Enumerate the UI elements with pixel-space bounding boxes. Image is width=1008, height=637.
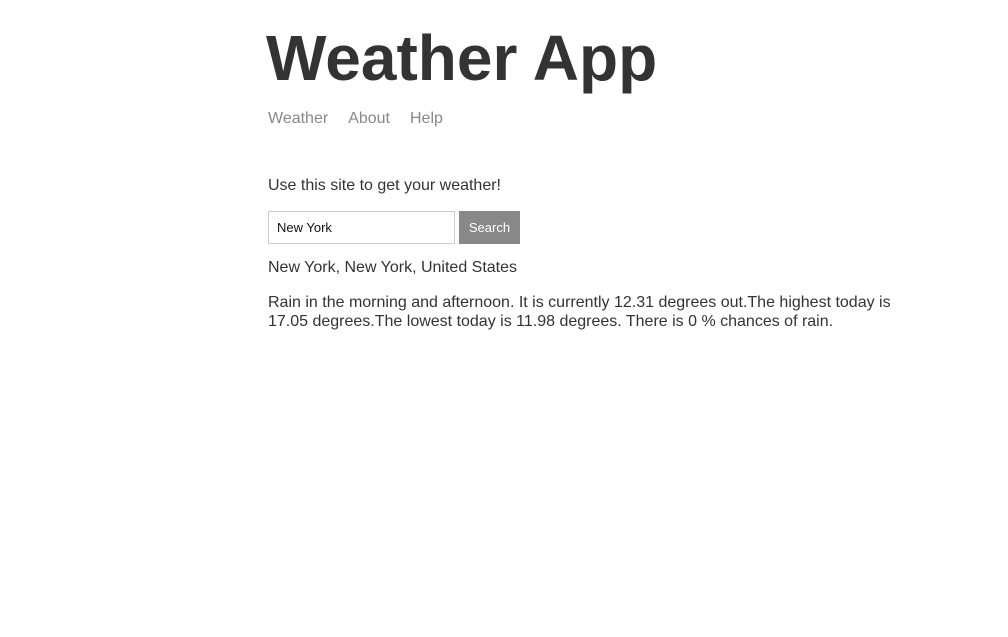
nav-link-weather[interactable]: Weather: [268, 110, 328, 128]
intro-text: Use this site to get your weather!: [268, 177, 501, 194]
nav-link-help[interactable]: Help: [410, 110, 443, 128]
search-button[interactable]: Search: [459, 211, 520, 244]
search-input[interactable]: [268, 211, 455, 244]
location-text: New York, New York, United States: [268, 259, 518, 276]
main-nav: Weather About Help: [268, 110, 443, 128]
search-form: Search: [268, 211, 520, 244]
nav-link-about[interactable]: About: [348, 110, 390, 128]
page-title: Weather App: [266, 22, 658, 94]
forecast-text: Rain in the morning and afternoon. It is…: [268, 294, 891, 330]
